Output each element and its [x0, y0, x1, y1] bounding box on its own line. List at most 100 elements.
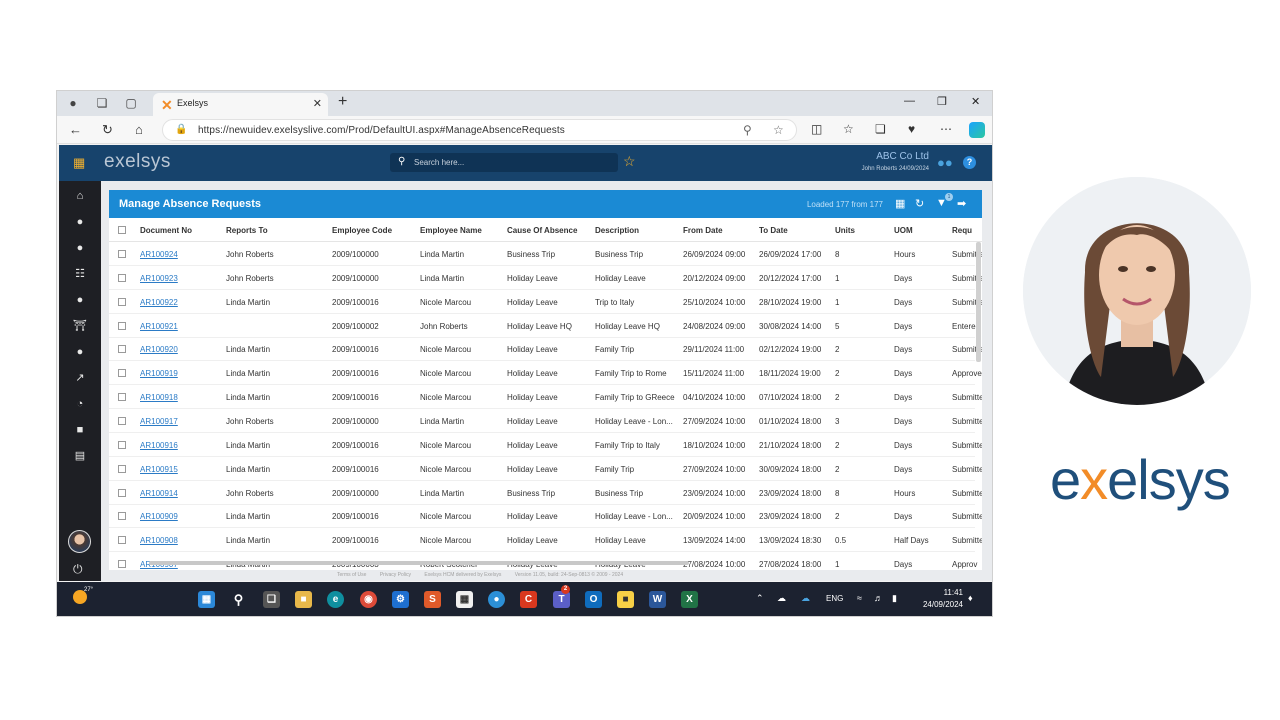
row-checkbox[interactable]: [118, 560, 126, 569]
avatar[interactable]: [68, 530, 91, 553]
column-header[interactable]: Employee Name: [420, 226, 482, 235]
column-header[interactable]: Requ: [952, 226, 972, 235]
browser-essentials-icon[interactable]: ♥: [908, 122, 915, 136]
close-tab-icon[interactable]: ✕: [313, 97, 322, 110]
horizontal-scrollbar[interactable]: [149, 561, 689, 565]
column-header[interactable]: From Date: [683, 226, 723, 235]
app-c-icon[interactable]: C: [520, 591, 537, 608]
vertical-scrollbar[interactable]: [976, 242, 981, 362]
store-icon[interactable]: ▦: [456, 591, 473, 608]
chrome-icon[interactable]: ◉: [360, 591, 377, 608]
table-row[interactable]: AR100920 Linda Martin 2009/100016 Nicole Ma…: [109, 337, 982, 362]
refresh-icon[interactable]: ↻: [102, 122, 113, 138]
column-header[interactable]: Document No: [140, 226, 192, 235]
app-s-icon[interactable]: S: [424, 591, 441, 608]
table-row[interactable]: AR100909 Linda Martin 2009/100016 Nicole Ma…: [109, 504, 982, 529]
search-input[interactable]: ⚲ Search here...: [390, 153, 618, 172]
table-row[interactable]: AR100921 2009/100002 John Roberts Holiday L…: [109, 314, 980, 338]
table-row[interactable]: AR100908 Linda Martin 2009/100016 Nicole Ma…: [109, 528, 982, 553]
onedrive-business-icon[interactable]: ☁: [801, 593, 810, 604]
sticky-notes-icon[interactable]: ■: [617, 591, 634, 608]
table-row[interactable]: AR100914 John Roberts 2009/100000 Linda Mar…: [109, 481, 982, 505]
collections-icon[interactable]: ❏: [875, 122, 886, 136]
favorite-star-icon[interactable]: ☆: [773, 123, 784, 137]
row-checkbox[interactable]: [118, 297, 126, 306]
add-user-nav-icon[interactable]: ●: [73, 345, 87, 359]
row-checkbox[interactable]: [118, 464, 126, 473]
excel-icon[interactable]: X: [681, 591, 698, 608]
employee-nav-icon[interactable]: ●: [73, 293, 87, 307]
column-header[interactable]: Reports To: [226, 226, 268, 235]
task-view-icon[interactable]: ❏: [263, 591, 280, 608]
row-checkbox[interactable]: [118, 536, 126, 545]
battery-icon[interactable]: ▮: [892, 593, 897, 604]
table-row[interactable]: AR100918 Linda Martin 2009/100016 Nicole Ma…: [109, 385, 982, 410]
reports-nav-icon[interactable]: ▤: [73, 449, 87, 463]
document-no-link[interactable]: AR100909: [140, 512, 178, 521]
document-no-link[interactable]: AR100914: [140, 489, 178, 498]
favorites-icon[interactable]: ☆: [843, 122, 854, 136]
tab-actions-icon[interactable]: ▢: [123, 95, 139, 111]
trend-nav-icon[interactable]: ↗: [73, 371, 87, 385]
terms-link[interactable]: Terms of Use: [337, 572, 366, 578]
show-hidden-icon[interactable]: ⌃: [756, 593, 764, 604]
table-row[interactable]: AR100923 John Roberts 2009/100000 Linda Mar…: [109, 266, 982, 290]
refresh-list-icon[interactable]: ↻: [915, 197, 924, 210]
folder-nav-icon[interactable]: ■: [73, 423, 87, 437]
row-checkbox[interactable]: [118, 416, 126, 425]
column-header[interactable]: Cause Of Absence: [507, 226, 577, 235]
table-row[interactable]: AR100915 Linda Martin 2009/100016 Nicole Ma…: [109, 457, 982, 481]
workspaces-icon[interactable]: ❏: [94, 95, 110, 111]
column-header[interactable]: Description: [595, 226, 639, 235]
onedrive-icon[interactable]: ☁: [777, 593, 786, 604]
people-nav-icon[interactable]: ●: [73, 215, 87, 229]
close-window-icon[interactable]: ✕: [971, 95, 980, 108]
row-checkbox[interactable]: [118, 512, 126, 521]
document-no-link[interactable]: AR100919: [140, 369, 178, 378]
document-no-link[interactable]: AR100918: [140, 393, 178, 402]
wifi-icon[interactable]: ≈: [857, 593, 862, 603]
notifications-bell-icon[interactable]: ♦: [968, 593, 973, 603]
browser-alt-icon[interactable]: ●: [488, 591, 505, 608]
document-no-link[interactable]: AR100908: [140, 536, 178, 545]
row-checkbox[interactable]: [118, 440, 126, 449]
profile-icon[interactable]: ●: [65, 95, 81, 111]
language-indicator[interactable]: ENG: [826, 594, 843, 603]
table-row[interactable]: AR100919 Linda Martin 2009/100016 Nicole Ma…: [109, 361, 982, 386]
document-no-link[interactable]: AR100917: [140, 417, 178, 426]
row-checkbox[interactable]: [118, 369, 126, 378]
column-header[interactable]: Units: [835, 226, 855, 235]
document-no-link[interactable]: AR100924: [140, 250, 178, 259]
export-icon[interactable]: ▦: [895, 197, 905, 210]
file-explorer-icon[interactable]: ■: [295, 591, 312, 608]
power-icon[interactable]: ⏻: [73, 562, 83, 577]
table-row[interactable]: AR100917 John Roberts 2009/100000 Linda Mar…: [109, 409, 982, 433]
row-checkbox[interactable]: [118, 321, 126, 330]
document-no-link[interactable]: AR100915: [140, 465, 178, 474]
logout-export-icon[interactable]: ➡: [957, 197, 966, 210]
table-row[interactable]: AR100916 Linda Martin 2009/100016 Nicole Ma…: [109, 433, 982, 457]
row-checkbox[interactable]: [118, 488, 126, 497]
users-icon[interactable]: ●●: [937, 155, 953, 170]
clock-date[interactable]: 24/09/2024: [913, 600, 963, 609]
outlook-settings-icon[interactable]: ⚙: [392, 591, 409, 608]
document-no-link[interactable]: AR100921: [140, 322, 178, 331]
taskbar-search-icon[interactable]: ⚲: [230, 591, 247, 608]
select-all-checkbox[interactable]: [118, 226, 126, 234]
restore-icon[interactable]: ❐: [937, 95, 947, 108]
back-icon[interactable]: ←: [69, 122, 82, 137]
minimize-icon[interactable]: —: [904, 95, 915, 107]
browser-tab-exelsys[interactable]: ✕ Exelsys ✕: [153, 93, 328, 116]
column-header[interactable]: To Date: [759, 226, 788, 235]
favorites-star-icon[interactable]: ☆: [623, 153, 636, 170]
document-no-link[interactable]: AR100920: [140, 345, 178, 354]
app-grid-icon[interactable]: ▦: [73, 155, 85, 171]
zoom-icon[interactable]: ⚲: [743, 123, 752, 137]
row-checkbox[interactable]: [118, 345, 126, 354]
row-checkbox[interactable]: [118, 273, 126, 282]
home-nav-icon[interactable]: ⌂: [73, 189, 87, 203]
edge-icon[interactable]: e: [327, 591, 344, 608]
pie-chart-nav-icon[interactable]: ◔: [73, 397, 87, 411]
brand-logo[interactable]: exelsys: [104, 151, 171, 173]
document-no-link[interactable]: AR100916: [140, 441, 178, 450]
